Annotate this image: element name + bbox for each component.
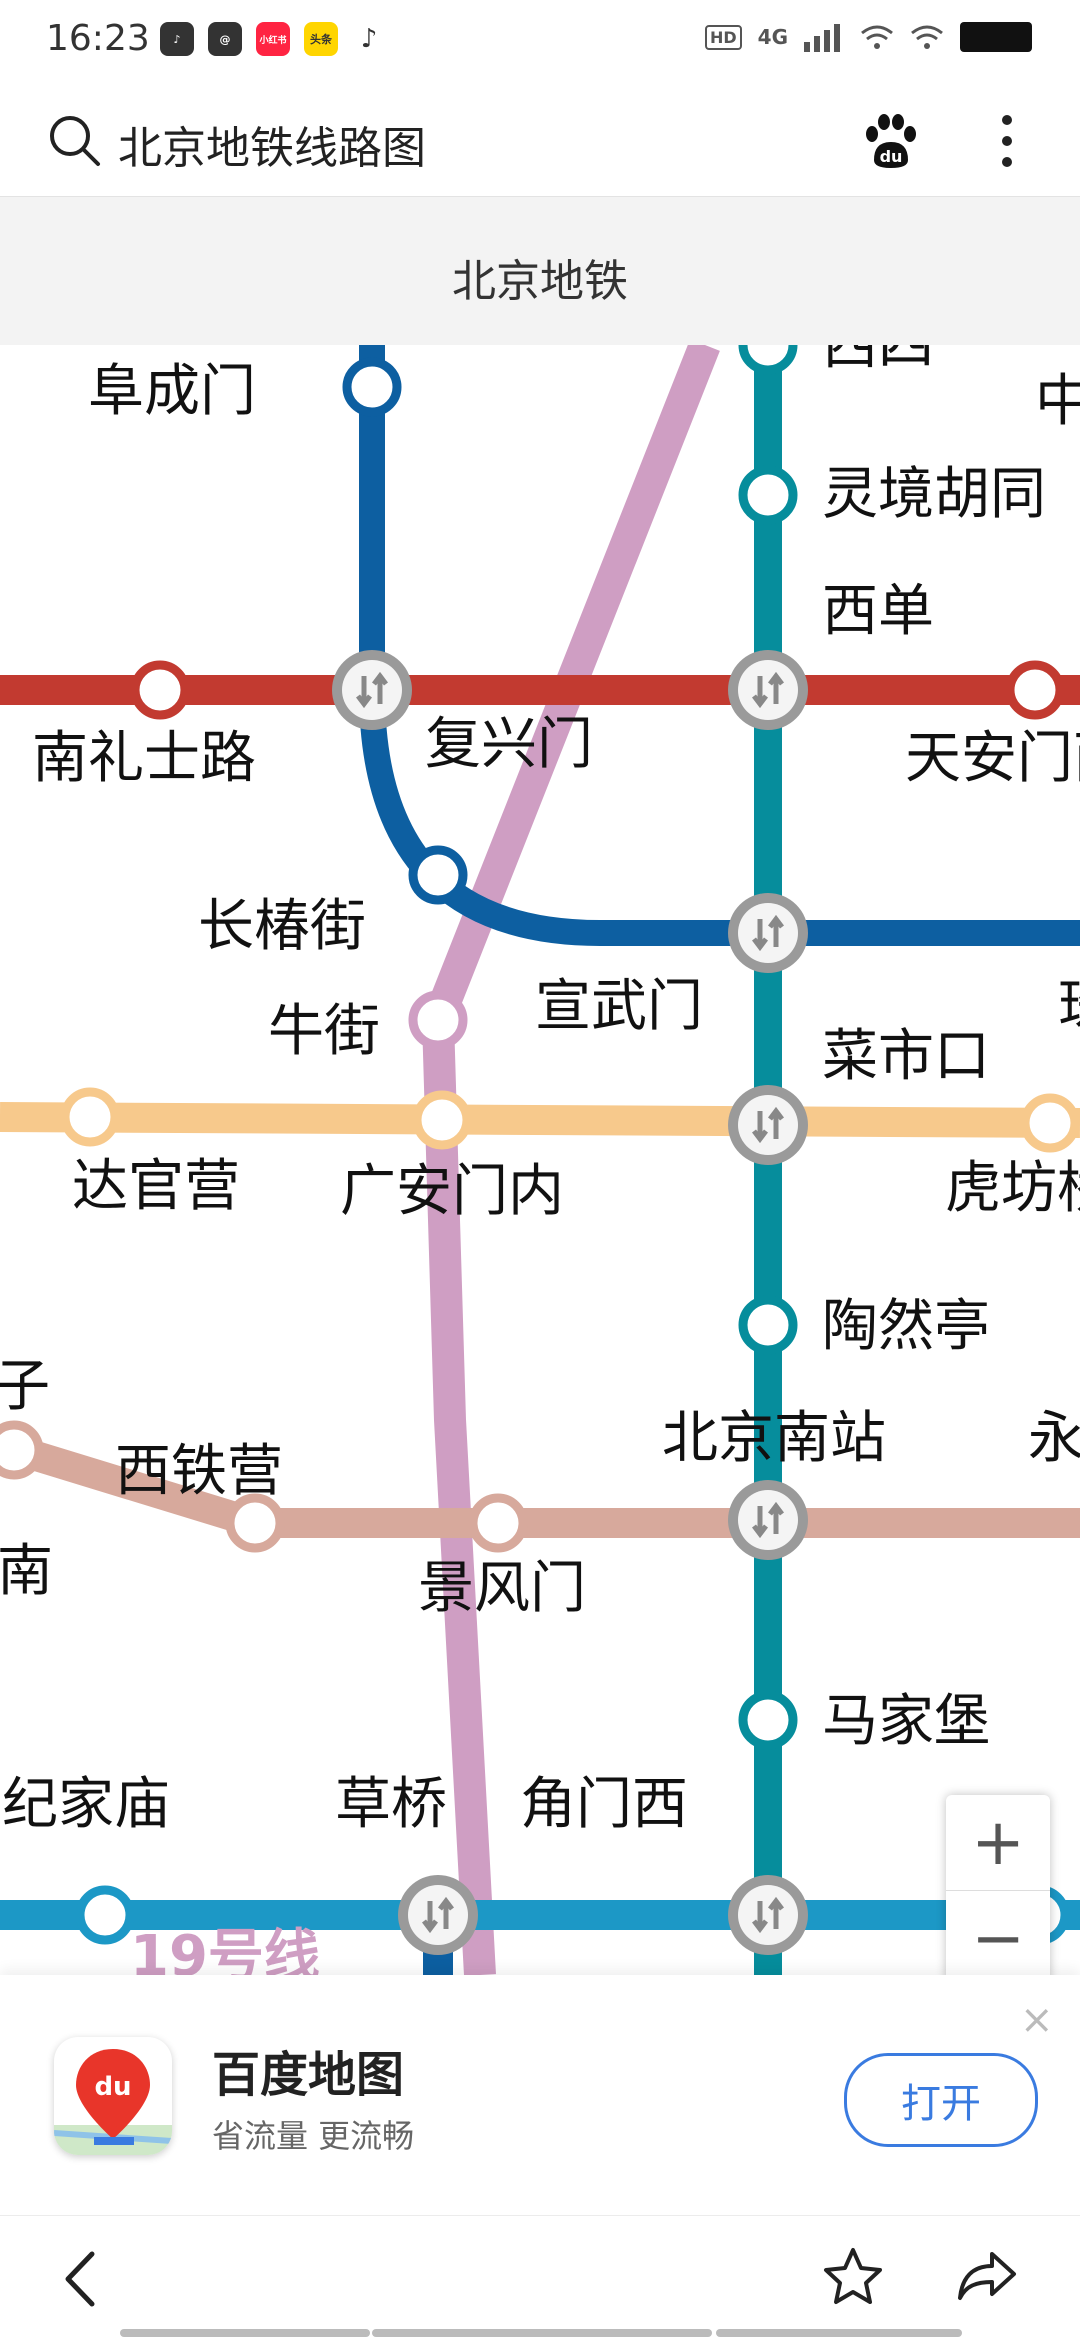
transfer-caoqiao [398,1875,478,1955]
station-jingfengmen [468,1493,528,1553]
back-icon[interactable] [60,2250,100,2308]
tiktok-app-icon: ♪ [352,22,386,56]
news-app-icon: 头条 [304,22,338,56]
label-zhongnanhai: 中南海 [1035,369,1080,434]
battery-icon [960,22,1032,52]
zoom-controls: + − [946,1795,1050,1985]
label-jiaomenxi: 角门西 [520,1772,688,1837]
network-type: 4G [757,25,788,49]
transfer-xuanwumen [728,893,808,973]
label-jingfengmen: 景风门 [418,1556,586,1621]
station-daguanying [60,1087,120,1147]
search-query[interactable]: 北京地铁线路图 [118,112,426,176]
label-daguanying: 达官营 [72,1154,240,1219]
label-fuxingmen: 复兴门 [425,712,593,777]
map-pin-icon: du [54,2049,172,2155]
label-nanlishilu: 南礼士路 [32,726,256,791]
svg-text:du: du [880,147,903,166]
status-time: 16:23 [46,18,150,59]
zoom-in-button[interactable]: + [946,1795,1050,1890]
label-yongdingmenwai: 永定门外 [1028,1406,1080,1471]
station-taoranting [738,1295,798,1355]
app-promo-banner: × du 百度地图 省流量 更流畅 打开 [0,1975,1080,2215]
line-7-path [0,1102,1080,1138]
label-beijingnanzhan: 北京南站 [662,1406,886,1471]
station-jijiamiao [75,1885,135,1945]
status-indicators: HD 4G [704,22,1032,52]
station-xitieying [225,1493,285,1553]
line-19-label: 19号线 [130,1924,320,1975]
xiaohongshu-app-icon: 小红书 [256,22,290,56]
zoom-out-button[interactable]: − [946,1890,1050,1986]
station-niujie [408,990,468,1050]
gesture-bar-center [372,2329,712,2337]
label-jijiamiao: 纪家庙 [2,1772,170,1837]
signal-icon [804,24,840,52]
search-bar[interactable]: 北京地铁线路图 du [0,84,1080,197]
close-icon[interactable]: × [1020,1997,1054,2043]
label-caishikou: 菜市口 [822,1024,990,1089]
label-xuanwumen: 宣武门 [535,974,703,1039]
station-majiabao [738,1690,798,1750]
label-xitieying: 西铁营 [115,1439,283,1504]
label-xidan: 西单 [822,579,934,644]
label-niujie: 牛街 [268,999,380,1064]
page-title-bar: 北京地铁 [0,197,1080,345]
transfer-beijingnanzhan [728,1480,808,1560]
baidu-map-logo: du [54,2037,172,2155]
station-changchunjie [408,845,468,905]
label-lingjinghutong: 灵境胡同 [822,462,1046,527]
label-xisi: 西四 [822,345,934,377]
search-icon[interactable] [48,114,102,168]
banner-app-name: 百度地图 [212,2047,405,2103]
transfer-jiaomenxi [728,1875,808,1955]
station-tiananmenxi [1005,660,1065,720]
station-fuchengmen [342,357,402,417]
subway-map[interactable]: 阜成门 西四 中南海 灵境胡同 西单 南礼士路 复兴门 天安门西 长椿街 宣武门… [0,345,1080,1975]
svg-text:du: du [94,2072,131,2102]
station-labels: 阜成门 西四 中南海 灵境胡同 西单 南礼士路 复兴门 天安门西 长椿街 宣武门… [0,345,1080,1837]
open-app-button[interactable]: 打开 [844,2053,1038,2147]
label-changchunjie: 长椿街 [198,894,366,959]
favorite-star-icon[interactable] [822,2246,884,2308]
transfer-xidan [728,650,808,730]
subway-map-svg[interactable]: 阜成门 西四 中南海 灵境胡同 西单 南礼士路 复兴门 天安门西 长椿街 宣武门… [0,345,1080,1975]
bottom-nav-bar [0,2215,1080,2341]
label-guanganmennei: 广安门内 [340,1159,564,1224]
station-lingjinghutong [738,465,798,525]
label-zhushikou: 珠市口 [1058,974,1080,1039]
transfer-caishikou [728,1085,808,1165]
label-tiananmenxi: 天安门西 [905,726,1080,791]
more-options-icon[interactable] [1000,114,1014,168]
label-fengtainan: 丰台南 [0,1539,53,1604]
message-app-icon: @ [208,22,242,56]
label-majiabao: 马家堡 [822,1689,990,1754]
wifi-icon-secondary [861,25,893,49]
baidu-paw-icon[interactable]: du [860,114,920,170]
banner-tagline: 省流量 更流畅 [212,2117,415,2155]
wifi-icon [911,25,943,49]
hd-badge: HD [704,24,742,50]
station-guanganmennei [412,1090,472,1150]
label-wanzi: 湾子 [0,1354,50,1419]
gesture-bar-left [120,2329,370,2337]
status-bar: 16:23 ♪ @ 小红书 头条 ♪ HD 4G [0,0,1080,84]
label-fuchengmen: 阜成门 [88,359,256,424]
share-icon[interactable] [956,2248,1018,2304]
station-nanlishilu [130,660,190,720]
station-hufangqiao [1020,1093,1080,1153]
gesture-bar-right [716,2329,962,2337]
label-hufangqiao: 虎坊桥 [945,1156,1080,1221]
label-taoranting: 陶然亭 [822,1294,990,1359]
page-title: 北京地铁 [452,256,628,307]
transfer-fuxingmen [332,650,412,730]
station-fengtainan [0,1420,44,1480]
label-caoqiao: 草桥 [335,1772,447,1837]
station-xisi [738,345,798,375]
music-app-icon: ♪ [160,22,194,56]
status-app-icons: ♪ @ 小红书 头条 ♪ [160,22,386,56]
line-2-path [359,345,1080,946]
